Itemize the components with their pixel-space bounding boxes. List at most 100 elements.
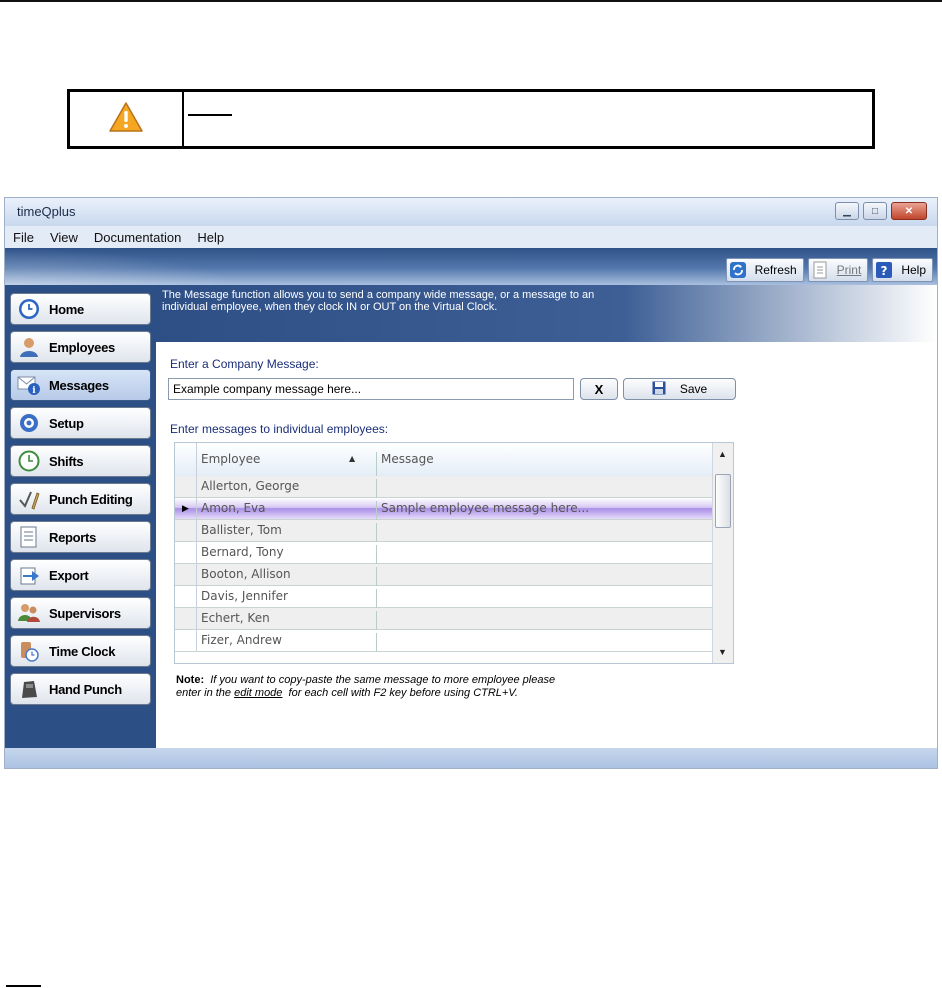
table-row[interactable]: Allerton, George [175, 476, 713, 498]
svg-text:i: i [32, 386, 36, 396]
row-selector[interactable] [175, 586, 197, 607]
employee-cell[interactable]: Bernard, Tony [197, 545, 377, 564]
message-cell[interactable] [377, 567, 713, 586]
band-swoosh [5, 248, 245, 285]
message-cell[interactable]: Sample employee message here... [377, 501, 713, 520]
row-selector[interactable] [175, 476, 197, 497]
close-button[interactable]: ✕ [891, 202, 927, 220]
table-row[interactable]: Davis, Jennifer [175, 586, 713, 608]
grid-vertical-scrollbar[interactable]: ▲ ▼ [712, 443, 733, 663]
employee-cell[interactable]: Fizer, Andrew [197, 633, 377, 652]
company-message-input[interactable] [168, 378, 574, 400]
row-selector[interactable]: ▶ [175, 498, 197, 519]
sidebar: Home Employees i Messages Setup Shifts P… [5, 285, 156, 748]
message-cell[interactable] [377, 611, 713, 630]
note-text-1: If you want to copy-paste the same messa… [210, 674, 556, 686]
check-pencil-icon [17, 487, 41, 511]
help-icon: ? [873, 259, 895, 281]
save-label: Save [679, 382, 708, 396]
help-button[interactable]: ? Help [872, 258, 933, 282]
shift-clock-icon [17, 449, 41, 473]
minimize-icon: ▁ [843, 205, 851, 217]
menu-bar: File View Documentation Help [5, 226, 937, 248]
sidebar-item-label: Shifts [49, 453, 84, 469]
maximize-button[interactable]: □ [863, 202, 887, 220]
print-button[interactable]: Print [807, 258, 869, 282]
toolbar: Refresh Print ? Help [725, 258, 933, 282]
sidebar-item-label: Time Clock [49, 643, 116, 659]
window-title: timeQplus [17, 204, 76, 219]
sidebar-item-supervisors[interactable]: Supervisors [10, 597, 151, 629]
menu-help[interactable]: Help [189, 226, 232, 248]
row-selector[interactable] [175, 608, 197, 629]
sidebar-item-label: Reports [49, 529, 97, 545]
current-row-arrow-icon: ▶ [182, 503, 189, 513]
sidebar-item-time-clock[interactable]: Time Clock [10, 635, 151, 667]
individual-messages-label: Enter messages to individual employees: [170, 422, 389, 436]
sidebar-item-label: Export [49, 567, 89, 583]
message-cell[interactable] [377, 545, 713, 564]
caution-callout [67, 89, 875, 149]
table-row[interactable]: Fizer, Andrew [175, 630, 713, 652]
sidebar-item-shifts[interactable]: Shifts [10, 445, 151, 477]
sidebar-item-hand-punch[interactable]: Hand Punch [10, 673, 151, 705]
close-icon: ✕ [904, 205, 914, 217]
column-header-employee[interactable]: Employee ▲ [197, 452, 377, 476]
warning-icon [108, 101, 144, 138]
table-row[interactable]: Echert, Ken [175, 608, 713, 630]
clear-label: X [594, 381, 604, 397]
employee-cell[interactable]: Davis, Jennifer [197, 589, 377, 608]
table-row[interactable]: Booton, Allison [175, 564, 713, 586]
menu-view[interactable]: View [42, 226, 86, 248]
sidebar-item-punch-editing[interactable]: Punch Editing [10, 483, 151, 515]
app-window: timeQplus ▁ □ ✕ File View Documentation … [4, 197, 938, 769]
table-row[interactable]: Ballister, Tom [175, 520, 713, 542]
row-selector[interactable] [175, 520, 197, 541]
sidebar-item-home[interactable]: Home [10, 293, 151, 325]
row-selector[interactable] [175, 542, 197, 563]
employee-cell[interactable]: Amon, Eva [197, 501, 377, 520]
sidebar-item-label: Punch Editing [49, 491, 133, 507]
table-row[interactable]: Bernard, Tony [175, 542, 713, 564]
message-cell[interactable] [377, 479, 713, 498]
save-button[interactable]: Save [623, 378, 736, 400]
setup-icon [17, 411, 41, 435]
scroll-thumb[interactable] [715, 474, 731, 528]
scroll-up-icon[interactable]: ▲ [718, 449, 727, 459]
refresh-button[interactable]: Refresh [725, 258, 804, 282]
sidebar-item-reports[interactable]: Reports [10, 521, 151, 553]
employee-cell[interactable]: Echert, Ken [197, 611, 377, 630]
message-cell[interactable] [377, 589, 713, 608]
refresh-label: Refresh [754, 263, 797, 277]
employee-cell[interactable]: Booton, Allison [197, 567, 377, 586]
employee-icon [17, 335, 41, 359]
sidebar-item-employees[interactable]: Employees [10, 331, 151, 363]
message-cell[interactable] [377, 633, 713, 652]
row-selector[interactable] [175, 630, 197, 651]
sidebar-item-label: Hand Punch [49, 681, 122, 697]
menu-file[interactable]: File [5, 226, 42, 248]
row-selector[interactable] [175, 564, 197, 585]
employee-cell[interactable]: Ballister, Tom [197, 523, 377, 542]
table-row[interactable]: ▶ Amon, Eva Sample employee message here… [175, 498, 713, 520]
envelope-info-icon: i [17, 373, 41, 397]
supervisors-icon [17, 601, 41, 625]
employee-messages-grid: Employee ▲ Message Allerton, George ▶ Am… [174, 442, 734, 664]
export-arrow-icon [17, 563, 41, 587]
column-header-message[interactable]: Message [377, 452, 713, 476]
minimize-button[interactable]: ▁ [835, 202, 859, 220]
sidebar-item-export[interactable]: Export [10, 559, 151, 591]
employee-cell[interactable]: Allerton, George [197, 479, 377, 498]
column-header-message-label: Message [381, 452, 434, 466]
message-cell[interactable] [377, 523, 713, 542]
scroll-down-icon[interactable]: ▼ [718, 647, 727, 657]
help-label: Help [901, 263, 926, 277]
sidebar-item-setup[interactable]: Setup [10, 407, 151, 439]
note-line-1: Note: If you want to copy-paste the same… [176, 674, 555, 687]
menu-documentation[interactable]: Documentation [86, 226, 189, 248]
sidebar-item-messages[interactable]: i Messages [10, 369, 151, 401]
clear-message-button[interactable]: X [580, 378, 618, 400]
row-selector-header [175, 443, 197, 476]
sidebar-item-label: Setup [49, 415, 84, 431]
company-message-label: Enter a Company Message: [170, 357, 319, 371]
